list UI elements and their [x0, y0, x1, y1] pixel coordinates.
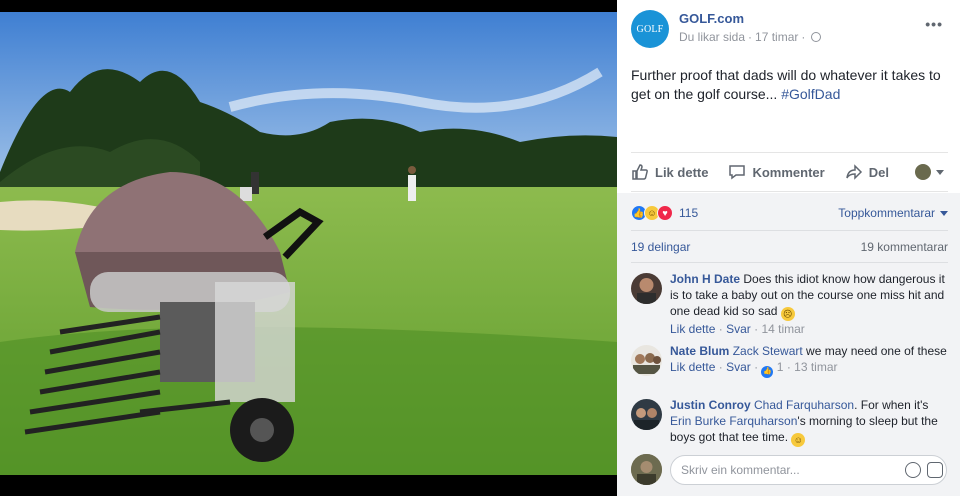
- commenter-avatar[interactable]: [631, 399, 662, 430]
- comment-text: . For when it's: [854, 398, 929, 412]
- top-comments-dropdown[interactable]: Toppkommentarar: [838, 206, 948, 220]
- love-reaction-icon: ♥: [657, 205, 673, 221]
- top-comments-label: Toppkommentarar: [838, 206, 935, 220]
- post-side-panel: GOLF GOLF.com Du likar sida · 17 timar ·…: [617, 0, 960, 496]
- mention-link[interactable]: Chad Farquharson: [754, 398, 854, 412]
- comment-label: Kommenter: [752, 164, 825, 180]
- meta-dot: ·: [786, 360, 791, 374]
- page-avatar[interactable]: GOLF: [631, 10, 669, 48]
- golf-stroller-photo: [0, 12, 617, 475]
- shares-count-link[interactable]: 19 delingar: [631, 240, 690, 254]
- comment-meta: Lik dette · Svar · 👍 1 · 13 timar: [670, 359, 950, 378]
- commenter-name-link[interactable]: Justin Conroy: [670, 398, 751, 412]
- comment-time-link[interactable]: 14 timar: [761, 322, 804, 336]
- post-actions-bar: Lik dette Kommenter Del: [631, 152, 948, 192]
- logo-text: GOLF: [636, 23, 664, 35]
- comment-body: Nate Blum Zack Stewart we may need one o…: [670, 343, 950, 378]
- commenter-avatar[interactable]: [631, 273, 662, 304]
- post-photo[interactable]: [0, 12, 617, 475]
- commenter-name-link[interactable]: John H Date: [670, 272, 740, 286]
- sad-emoji-icon: ☹: [780, 307, 795, 321]
- reaction-icons: 👍 ☺ ♥: [631, 205, 673, 221]
- comment-like-button[interactable]: Lik dette: [670, 360, 715, 374]
- post-meta: Du likar sida · 17 timar ·: [679, 30, 822, 44]
- commenter-avatar[interactable]: [631, 345, 662, 376]
- comment-time-link[interactable]: 13 timar: [794, 360, 837, 374]
- mention-link[interactable]: Zack Stewart: [733, 344, 803, 358]
- meta-dot: ·: [748, 30, 753, 44]
- globe-icon: [811, 32, 822, 42]
- meta-dot-2: ·: [801, 30, 806, 44]
- comment-bubble-icon: [729, 165, 746, 180]
- user-mini-avatar: [915, 164, 931, 180]
- thumbs-up-icon: [632, 164, 648, 180]
- commenter-name-link[interactable]: Nate Blum: [670, 344, 729, 358]
- hashtag-link[interactable]: #GolfDad: [781, 86, 840, 102]
- like-button[interactable]: Lik dette: [631, 163, 708, 181]
- liked-page-text: Du likar sida: [679, 30, 746, 44]
- more-options-icon[interactable]: •••: [925, 16, 943, 32]
- comment-body: Justin Conroy Chad Farquharson. For when…: [670, 397, 950, 447]
- comment-content: Nate Blum Zack Stewart we may need one o…: [670, 343, 950, 359]
- share-button[interactable]: Del: [845, 163, 889, 181]
- meta-dot: ·: [718, 360, 723, 374]
- comment-composer: [631, 454, 951, 486]
- post-as-selector[interactable]: [915, 164, 944, 180]
- like-label: Lik dette: [655, 164, 709, 180]
- meta-dot: ·: [754, 360, 759, 374]
- comment-content: John H Date Does this idiot know how dan…: [670, 271, 950, 321]
- comment-like-count[interactable]: 1: [777, 360, 784, 374]
- comment-body: John H Date Does this idiot know how dan…: [670, 271, 950, 337]
- mention-link[interactable]: Erin Burke Farquharson: [670, 414, 797, 428]
- share-arrow-icon: [845, 164, 862, 180]
- sticker-icon[interactable]: [927, 462, 943, 478]
- comment-reply-button[interactable]: Svar: [726, 360, 751, 374]
- comment-content: Justin Conroy Chad Farquharson. For when…: [670, 397, 950, 447]
- post-text: Further proof that dads will do whatever…: [631, 66, 951, 104]
- page-name-link[interactable]: GOLF.com: [679, 11, 744, 26]
- post-header: GOLF GOLF.com Du likar sida · 17 timar ·…: [631, 8, 951, 48]
- comment-meta: Lik dette · Svar · 14 timar: [670, 321, 950, 337]
- post-time-link[interactable]: 17 timar: [755, 30, 798, 44]
- post-stats: 19 delingar 19 kommentarar: [631, 230, 948, 262]
- chevron-down-icon: [940, 210, 948, 216]
- reaction-count[interactable]: 115: [679, 206, 698, 220]
- comment-text: we may need one of these: [802, 344, 947, 358]
- like-reaction-icon: 👍: [761, 366, 774, 378]
- photo-viewer: GOLF GOLF.com Du likar sida · 17 timar ·…: [0, 0, 960, 496]
- comment-reply-button[interactable]: Svar: [726, 322, 751, 336]
- meta-dot: ·: [718, 322, 723, 336]
- comments-count-link[interactable]: 19 kommentarar: [861, 240, 948, 254]
- emoji-picker-icon[interactable]: [905, 462, 921, 478]
- divider: [631, 262, 948, 263]
- share-label: Del: [868, 164, 889, 180]
- user-avatar[interactable]: [631, 454, 662, 485]
- chevron-down-icon: [936, 169, 944, 175]
- comment-like-button[interactable]: Lik dette: [670, 322, 715, 336]
- smile-emoji-icon: ☺: [791, 433, 806, 447]
- comment-button[interactable]: Kommenter: [728, 163, 825, 181]
- meta-dot: ·: [754, 322, 759, 336]
